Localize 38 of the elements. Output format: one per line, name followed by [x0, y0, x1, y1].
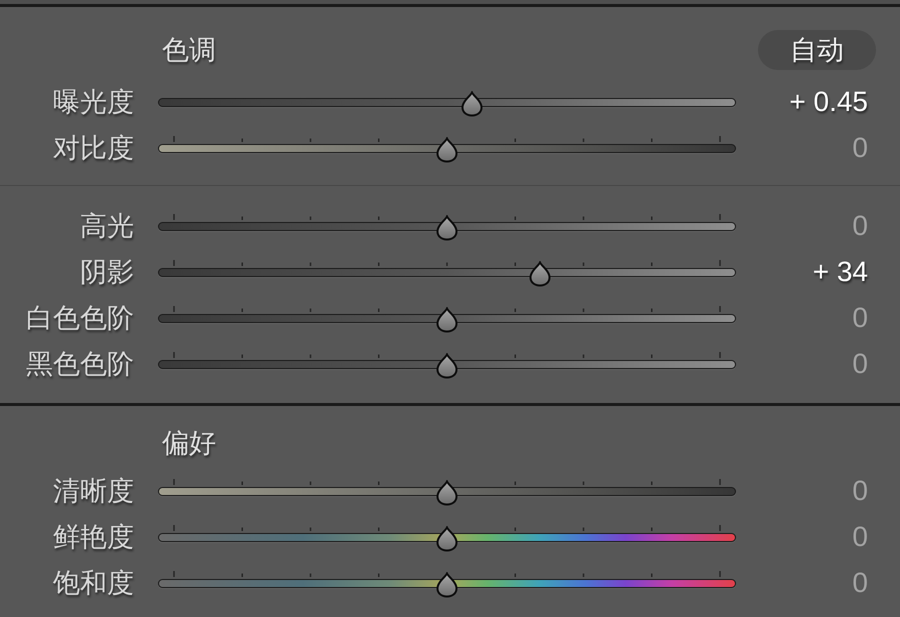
slider-label: 黑色色阶: [26, 350, 134, 378]
slider-thumb[interactable]: [435, 137, 459, 163]
slider-value: 0: [852, 134, 868, 162]
slider-value: 0: [852, 477, 868, 505]
slider-track[interactable]: [158, 303, 736, 333]
slider-thumb[interactable]: [435, 307, 459, 333]
slider-track[interactable]: [158, 568, 736, 598]
slider-track[interactable]: [158, 522, 736, 552]
slider-value: + 34: [812, 258, 868, 286]
section-title: 色调: [162, 36, 216, 64]
slider-track[interactable]: [158, 476, 736, 506]
slider-label: 清晰度: [53, 478, 134, 504]
slider-value: 0: [852, 523, 868, 551]
slider-thumb[interactable]: [435, 526, 459, 552]
slider-track[interactable]: [158, 257, 736, 287]
slider-value: 0: [852, 212, 868, 240]
slider-label: 饱和度: [53, 570, 134, 596]
slider-track[interactable]: [158, 349, 736, 379]
slider-thumb[interactable]: [435, 480, 459, 506]
slider-thumb[interactable]: [435, 353, 459, 379]
slider-thumb[interactable]: [460, 91, 484, 117]
slider-value: 0: [852, 569, 868, 597]
slider-value: + 0.45: [789, 88, 868, 116]
slider-thumb[interactable]: [528, 261, 552, 287]
slider-value: 0: [852, 304, 868, 332]
slider-label: 高光: [80, 212, 134, 240]
slider-label: 曝光度: [53, 88, 134, 116]
slider-thumb[interactable]: [435, 215, 459, 241]
slider-label: 阴影: [80, 258, 134, 286]
slider-track[interactable]: [158, 211, 736, 241]
slider-label: 鲜艳度: [53, 524, 134, 550]
auto-button[interactable]: 自动: [758, 30, 876, 70]
slider-label: 白色色阶: [26, 304, 134, 332]
slider-value: 0: [852, 350, 868, 378]
slider-label: 对比度: [53, 134, 134, 162]
section-title: 偏好: [162, 430, 216, 456]
slider-thumb[interactable]: [435, 572, 459, 598]
slider-track[interactable]: [158, 133, 736, 163]
